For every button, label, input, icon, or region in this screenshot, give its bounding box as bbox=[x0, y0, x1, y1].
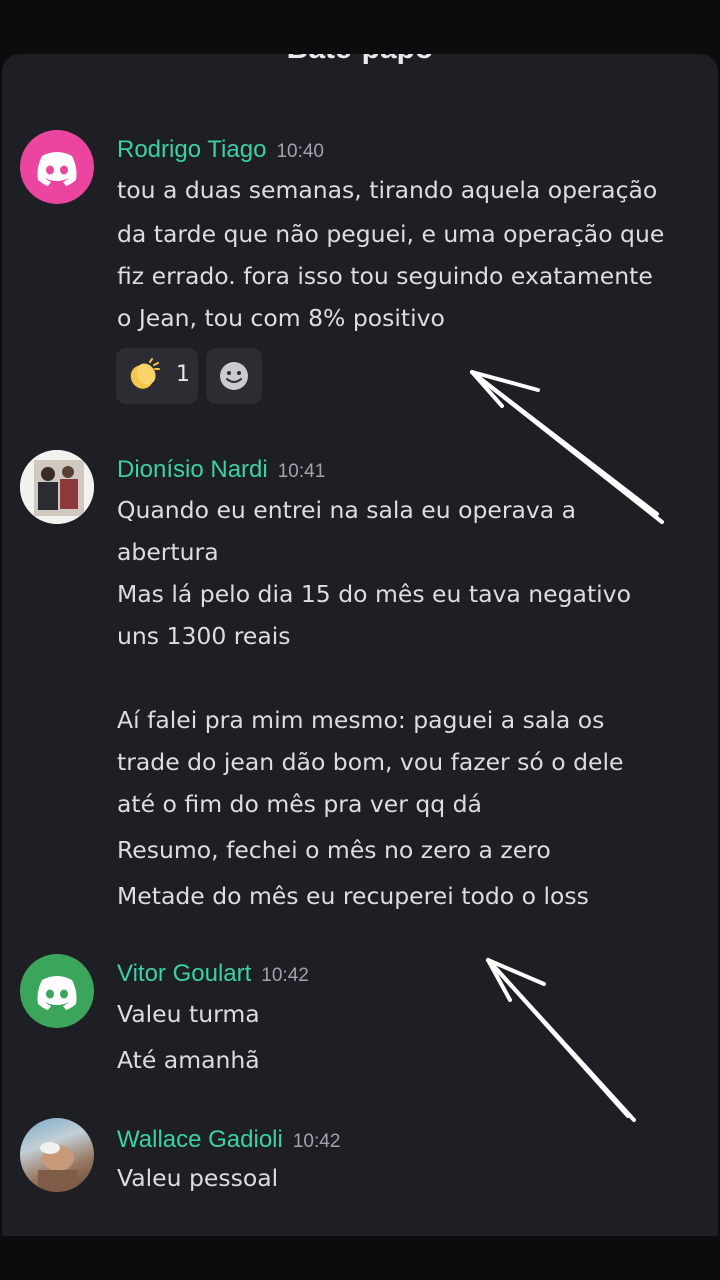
message-line: da tarde que não peguei, e uma operação … bbox=[117, 220, 665, 248]
message-line: trade do jean dão bom, vou fazer só o de… bbox=[117, 748, 624, 776]
message-header: Dionísio Nardi 10:41 bbox=[117, 456, 325, 484]
message-line: Até amanhã bbox=[117, 1046, 260, 1074]
avatar[interactable] bbox=[20, 130, 94, 204]
author-name[interactable]: Wallace Gadioli bbox=[117, 1126, 283, 1153]
add-reaction-button[interactable] bbox=[206, 348, 262, 404]
message-header: Wallace Gadioli 10:42 bbox=[117, 1126, 340, 1154]
discord-icon bbox=[37, 152, 77, 186]
author-name[interactable]: Dionísio Nardi bbox=[117, 456, 268, 483]
message-line: abertura bbox=[117, 538, 219, 566]
message-line: Metade do mês eu recuperei todo o loss bbox=[117, 882, 589, 910]
user-photo-icon bbox=[20, 450, 94, 524]
chat-panel: Bate-papo Rodrigo Tiago 10:40 tou a duas … bbox=[2, 54, 718, 1236]
avatar[interactable] bbox=[20, 1118, 94, 1192]
message-line: o Jean, tou com 8% positivo bbox=[117, 304, 445, 332]
discord-icon bbox=[37, 976, 77, 1010]
timestamp: 10:41 bbox=[277, 461, 326, 482]
message-line: Quando eu entrei na sala eu operava a bbox=[117, 496, 577, 524]
timestamp: 10:40 bbox=[276, 141, 324, 162]
avatar[interactable] bbox=[20, 450, 94, 524]
message-header: Rodrigo Tiago 10:40 bbox=[117, 136, 324, 164]
timestamp: 10:42 bbox=[292, 1131, 341, 1152]
message-line: uns 1300 reais bbox=[117, 622, 291, 650]
bottom-bar bbox=[0, 1236, 720, 1280]
message-line: Valeu turma bbox=[117, 1000, 260, 1028]
reaction-count: 1 bbox=[176, 362, 190, 387]
timestamp: 10:42 bbox=[261, 965, 309, 986]
message-line: tou a duas semanas, tirando aquela opera… bbox=[117, 176, 658, 204]
author-name[interactable]: Vitor Goulart bbox=[117, 960, 251, 987]
reaction-clap[interactable]: 1 bbox=[116, 348, 198, 404]
author-name[interactable]: Rodrigo Tiago bbox=[117, 136, 266, 163]
message-line: fiz errado. fora isso tou seguindo exata… bbox=[117, 262, 653, 290]
smiley-icon bbox=[220, 362, 248, 390]
message-line: Valeu pessoal bbox=[117, 1164, 279, 1192]
message-line: Aí falei pra mim mesmo: paguei a sala os bbox=[117, 706, 605, 734]
clapping-hands-icon bbox=[126, 358, 160, 400]
avatar[interactable] bbox=[20, 954, 94, 1028]
message-header: Vitor Goulart 10:42 bbox=[117, 960, 309, 988]
message-line: Mas lá pelo dia 15 do mês eu tava negati… bbox=[117, 580, 631, 608]
message-line: Resumo, fechei o mês no zero a zero bbox=[117, 836, 551, 864]
message-line: até o fim do mês pra ver qq dá bbox=[117, 790, 482, 818]
user-photo-icon bbox=[38, 1142, 78, 1192]
chat-title: Bate-papo bbox=[2, 54, 718, 66]
